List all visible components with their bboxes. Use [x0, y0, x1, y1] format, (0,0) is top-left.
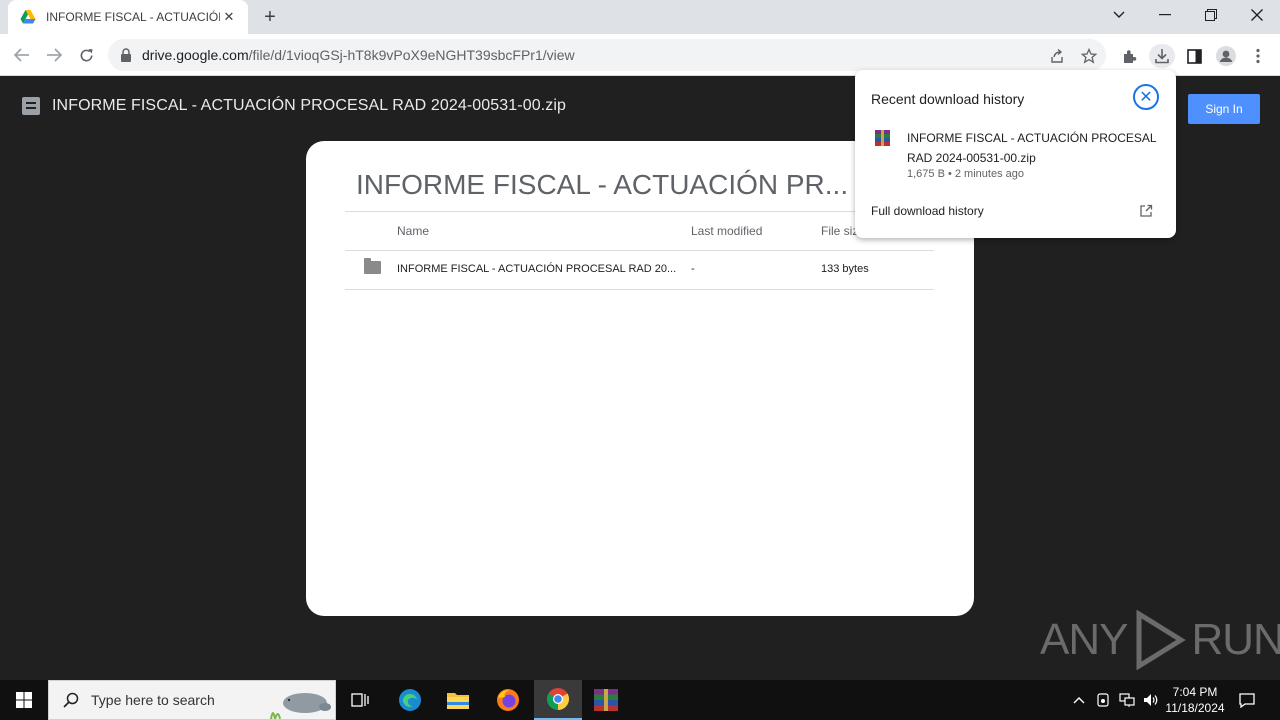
side-panel-icon[interactable] [1181, 44, 1207, 68]
url-text[interactable]: drive.google.com/file/d/1vioqGSj-hT8k9vP… [142, 47, 575, 63]
google-drive-icon [20, 10, 36, 24]
url-path: /file/d/1vioqGSj-hT8k9vPoX9eNGHT39sbcFPr… [248, 47, 575, 63]
header-divider [345, 211, 934, 212]
sign-in-button[interactable]: Sign In [1188, 94, 1260, 124]
windows-taskbar: Type here to search 7:04 PM 11/18/2024 [0, 680, 1280, 720]
minimize-icon[interactable] [1142, 0, 1188, 30]
play-triangle-icon [1136, 610, 1187, 670]
profile-avatar-icon[interactable] [1213, 44, 1239, 68]
row-name[interactable]: INFORME FISCAL - ACTUACIÓN PROCESAL RAD … [397, 263, 676, 275]
bookmark-star-icon[interactable] [1077, 45, 1101, 67]
anyrun-watermark: ANY RUN [1040, 610, 1280, 670]
clock-date: 11/18/2024 [1165, 701, 1225, 715]
file-explorer-icon[interactable] [434, 680, 482, 720]
tray-app-icon[interactable] [1094, 691, 1112, 709]
tab-title: INFORME FISCAL - ACTUACIÓN [46, 10, 220, 24]
browser-tab[interactable]: INFORME FISCAL - ACTUACIÓN ✕ [8, 0, 248, 34]
download-bubble: Recent download history ✕ INFORME FISCAL… [855, 70, 1176, 238]
download-icon[interactable] [1149, 44, 1175, 68]
archive-title: INFORME FISCAL - ACTUACIÓN PR... [356, 169, 849, 200]
firefox-icon[interactable] [484, 680, 532, 720]
open-external-icon[interactable] [1139, 204, 1153, 218]
watermark-right-text: RUN [1191, 615, 1280, 664]
columns-divider [345, 250, 934, 251]
lock-icon[interactable] [120, 48, 132, 62]
extensions-puzzle-icon[interactable] [1117, 44, 1143, 68]
taskbar-clock[interactable]: 7:04 PM 11/18/2024 [1160, 684, 1230, 716]
share-icon[interactable] [1045, 45, 1069, 67]
task-view-icon[interactable] [336, 680, 384, 720]
download-bubble-heading: Recent download history [871, 91, 1025, 107]
address-bar[interactable]: drive.google.com/file/d/1vioqGSj-hT8k9vP… [108, 39, 1106, 71]
tab-search-chevron-icon[interactable] [1096, 0, 1142, 30]
full-download-history-link[interactable]: Full download history [871, 204, 984, 218]
edge-browser-icon[interactable] [386, 680, 434, 720]
viewer-file-title: INFORME FISCAL - ACTUACIÓN PROCESAL RAD … [52, 97, 567, 114]
file-icon [22, 97, 40, 115]
column-last-modified[interactable]: Last modified [691, 224, 762, 238]
winrar-icon[interactable] [582, 680, 630, 720]
chrome-icon[interactable] [534, 680, 582, 720]
row-file-size: 133 bytes [821, 263, 869, 275]
reload-icon[interactable] [72, 42, 100, 68]
folder-icon [364, 258, 381, 274]
network-icon[interactable] [1118, 691, 1136, 709]
manatee-search-highlight-icon [270, 693, 331, 719]
notification-center-icon[interactable] [1238, 691, 1256, 709]
forward-arrow-icon[interactable] [40, 42, 68, 68]
watermark-left-text: ANY [1040, 615, 1128, 664]
row-divider [345, 289, 934, 290]
tray-chevron-up-icon[interactable] [1070, 691, 1088, 709]
search-icon [63, 692, 79, 708]
row-last-modified: - [691, 263, 695, 275]
close-window-icon[interactable] [1234, 0, 1280, 30]
column-name[interactable]: Name [397, 224, 429, 238]
restore-icon[interactable] [1188, 0, 1234, 30]
url-host: drive.google.com [142, 47, 249, 63]
close-icon[interactable]: ✕ [1133, 84, 1159, 110]
volume-icon[interactable] [1142, 691, 1160, 709]
tab-strip: INFORME FISCAL - ACTUACIÓN ✕ + [0, 0, 1280, 34]
chrome-menu-icon[interactable] [1245, 44, 1271, 68]
winrar-archive-icon [875, 130, 890, 146]
taskbar-search-input[interactable]: Type here to search [48, 680, 336, 720]
new-tab-icon[interactable]: + [258, 6, 282, 28]
search-placeholder: Type here to search [91, 692, 215, 708]
viewer-header: INFORME FISCAL - ACTUACIÓN PROCESAL RAD … [22, 97, 566, 115]
download-filename[interactable]: INFORME FISCAL - ACTUACIÓN PROCESAL RAD … [907, 128, 1162, 168]
windows-start-icon[interactable] [0, 680, 48, 720]
download-meta: 1,675 B • 2 minutes ago [907, 168, 1024, 180]
tab-close-icon[interactable]: ✕ [220, 8, 238, 26]
back-arrow-icon[interactable] [8, 42, 36, 68]
clock-time: 7:04 PM [1172, 685, 1218, 699]
